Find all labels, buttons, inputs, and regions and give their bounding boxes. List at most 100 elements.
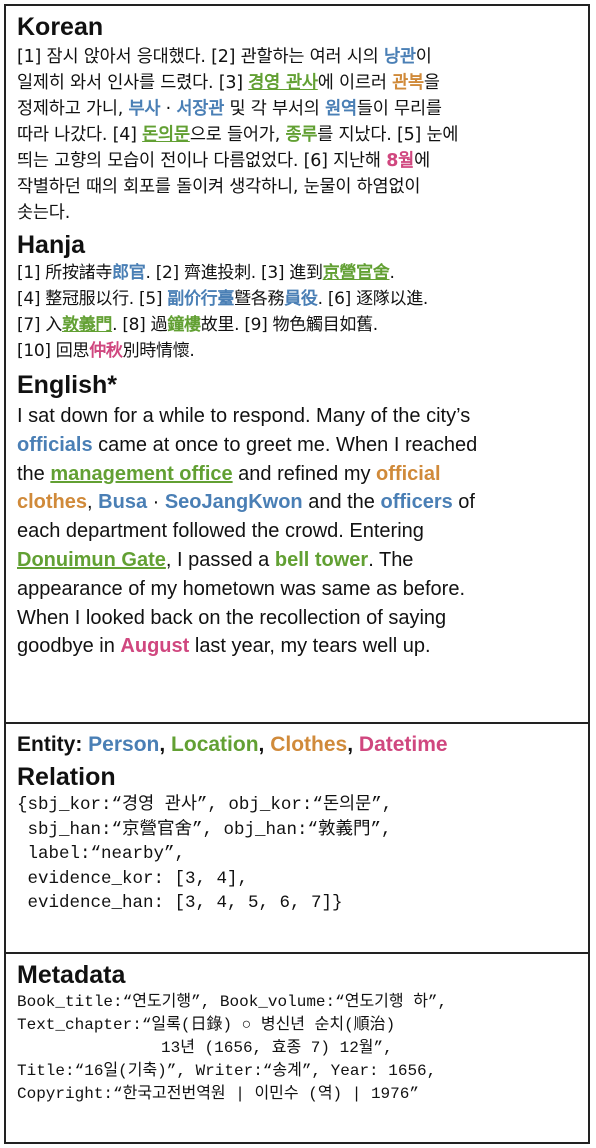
text-line: 따라 나갔다. [4] 돈의문으로 들어가, 종루를 지났다. [5] 눈에 <box>17 122 580 148</box>
entity-mention: 敦義門 <box>62 315 113 335</box>
text-line: [1] 잠시 앉아서 응대했다. [2] 관할하는 여러 시의 낭관이 <box>17 44 580 70</box>
plain-text: 에 <box>414 151 430 171</box>
entity-mention: 관복 <box>392 73 424 93</box>
plain-text: 및 각 부서의 <box>224 99 326 119</box>
plain-text: 솟는다. <box>17 203 71 223</box>
plain-text: 에 이르러 <box>317 73 393 93</box>
plain-text: 別時情懷. <box>122 341 195 361</box>
plain-text: , I passed a <box>165 548 275 571</box>
text-line: 정제하고 가니, 부사 · 서장관 및 각 부서의 원역들이 무리를 <box>17 96 580 122</box>
plain-text: each department followed the crowd. Ente… <box>17 520 424 543</box>
plain-text: [1] 잠시 앉아서 응대했다. [2] 관할하는 여러 시의 <box>17 47 384 67</box>
plain-text: 띄는 고향의 모습이 전이나 다름없었다. [6] 지난해 <box>17 151 387 171</box>
entity-mention: 郎官 <box>112 263 146 283</box>
entity-mention: 서장관 <box>176 99 225 119</box>
plain-text: and the <box>302 491 381 514</box>
metadata-heading: Metadata <box>17 961 126 989</box>
plain-text: 를 지났다. [5] 눈에 <box>317 125 459 145</box>
english-text: I sat down for a while to respond. Many … <box>17 402 580 661</box>
entity-mention: official <box>376 462 441 485</box>
text-line: 띄는 고향의 모습이 전이나 다름없었다. [6] 지난해 8월에 <box>17 148 580 174</box>
plain-text: [1] 所按諸寺 <box>17 263 113 283</box>
plain-text: and refined my <box>232 462 377 485</box>
plain-text: 일제히 와서 인사를 드렸다. [3] <box>17 73 249 93</box>
entity-mention: Busa <box>98 491 148 514</box>
metadata-panel: Metadata Book_title:“연도기행”, Book_volume:… <box>4 954 590 1144</box>
text-line: [1] 所按諸寺郎官. [2] 齊進投刺. [3] 進到京營官舍. <box>17 260 580 286</box>
text-line: [4] 整冠服以行. [5] 副价行臺曁各務員役. [6] 逐隊以進. <box>17 286 580 312</box>
annotation-panel: Entity: Person, Location, Clothes, Datet… <box>4 724 590 954</box>
plain-text: . The <box>368 548 414 571</box>
text-line: each department followed the crowd. Ente… <box>17 517 580 546</box>
entity-mention: 鐘樓 <box>167 315 201 335</box>
entity-type-location: Location <box>171 733 259 756</box>
entity-mention: 8월 <box>386 151 415 171</box>
code-line: sbj_han:“京營官舍”, obj_han:“敦義門”, <box>17 819 392 840</box>
korean-text: [1] 잠시 앉아서 응대했다. [2] 관할하는 여러 시의 낭관이 일제히 와… <box>17 44 580 226</box>
hanja-text: [1] 所按諸寺郎官. [2] 齊進投刺. [3] 進到京營官舍. [4] 整冠服… <box>17 260 580 364</box>
text-line: Donuimun Gate, I passed a bell tower. Th… <box>17 546 580 575</box>
plain-text: , <box>87 491 99 514</box>
code-line: evidence_han: [3, 4, 5, 6, 7]} <box>17 893 343 913</box>
entity-mention: 낭관 <box>383 47 416 67</box>
entity-mention: Donuimun Gate <box>17 548 166 571</box>
entity-types: Person, Location, Clothes, Datetime <box>88 733 448 756</box>
entity-mention: management office <box>50 462 233 485</box>
text-line: I sat down for a while to respond. Many … <box>17 402 580 431</box>
text-line: goodbye in August last year, my tears we… <box>17 632 580 661</box>
entity-mention: clothes <box>17 491 88 514</box>
plain-text: 을 <box>423 73 440 93</box>
entity-mention: 京營官舍 <box>322 263 390 283</box>
entity-mention: 副价行臺 <box>167 289 235 309</box>
code-line: label:“nearby”, <box>17 844 186 864</box>
entity-mention: August <box>120 635 190 658</box>
entity-mention: 仲秋 <box>89 341 123 361</box>
plain-text: goodbye in <box>17 635 121 658</box>
plain-text: 따라 나갔다. [4] <box>17 125 143 145</box>
code-line: Title:“16일(기축)”, Writer:“송계”, Year: 1656… <box>17 1062 437 1080</box>
plain-text: came at once to greet me. When I reached <box>92 433 478 456</box>
plain-text: [4] 整冠服以行. [5] <box>17 289 168 309</box>
plain-text: 으로 들어가, <box>189 125 286 145</box>
text-line: 솟는다. <box>17 200 580 226</box>
source-text-panel: Korean [1] 잠시 앉아서 응대했다. [2] 관할하는 여러 시의 낭… <box>4 4 590 724</box>
plain-text: · <box>160 99 177 119</box>
text-line: clothes, Busa · SeoJangKwon and the offi… <box>17 488 580 517</box>
entity-type-datetime: Datetime <box>358 733 448 756</box>
text-line: 작별하던 때의 회포를 돌이켜 생각하니, 눈물이 하염없이 <box>17 174 580 200</box>
plain-text: 이 <box>415 47 432 67</box>
english-heading: English* <box>17 371 118 399</box>
code-line: Text_chapter:“일록(日錄) ○ 병신년 순치(順治) <box>17 1016 396 1034</box>
plain-text: appearance of my hometown was same as be… <box>17 577 466 600</box>
entity-mention: SeoJangKwon <box>164 491 303 514</box>
plain-text: I sat down for a while to respond. Many … <box>17 405 471 427</box>
entity-mention: 원역 <box>325 99 357 119</box>
text-line: appearance of my hometown was same as be… <box>17 575 580 604</box>
text-line: the management office and refined my off… <box>17 460 580 489</box>
plain-text: [10] 回思 <box>17 341 90 361</box>
plain-text: 故里. [9] 物色觸目如舊. <box>200 315 379 335</box>
text-line: 일제히 와서 인사를 드렸다. [3] 경영 관사에 이르러 관복을 <box>17 70 580 96</box>
plain-text: last year, my tears well up. <box>189 635 431 658</box>
entity-mention: 돈의문 <box>142 125 190 145</box>
code-line: {sbj_kor:“경영 관사”, obj_kor:“돈의문”, <box>17 795 393 815</box>
plain-text: 작별하던 때의 회포를 돌이켜 생각하니, 눈물이 하염없이 <box>17 177 421 197</box>
plain-text: [7] 入 <box>17 315 62 335</box>
text-line: When I looked back on the recollection o… <box>17 604 580 633</box>
entity-legend: Entity: Person, Location, Clothes, Datet… <box>17 730 580 760</box>
entity-mention: officers <box>380 491 453 514</box>
entity-type-person: Person <box>88 733 160 756</box>
code-line: Copyright:“한국고전번역원 | 이민수 (역) | 1976” <box>17 1085 419 1103</box>
plain-text: 정제하고 가니, <box>17 99 129 119</box>
korean-heading: Korean <box>17 13 104 41</box>
plain-text: 曁各務 <box>234 289 285 309</box>
plain-text: . <box>389 263 395 283</box>
entity-mention: 경영 관사 <box>248 73 318 93</box>
plain-text: . [8] 過 <box>112 315 168 335</box>
text-line: [10] 回思仲秋別時情懷. <box>17 338 580 364</box>
code-line: Book_title:“연도기행”, Book_volume:“연도기행 하”, <box>17 993 448 1011</box>
entity-mention: 부사 <box>128 99 161 119</box>
entity-mention: officials <box>17 433 93 456</box>
plain-text: . [2] 齊進投刺. [3] 進到 <box>145 263 323 283</box>
text-line: officials came at once to greet me. When… <box>17 431 580 460</box>
